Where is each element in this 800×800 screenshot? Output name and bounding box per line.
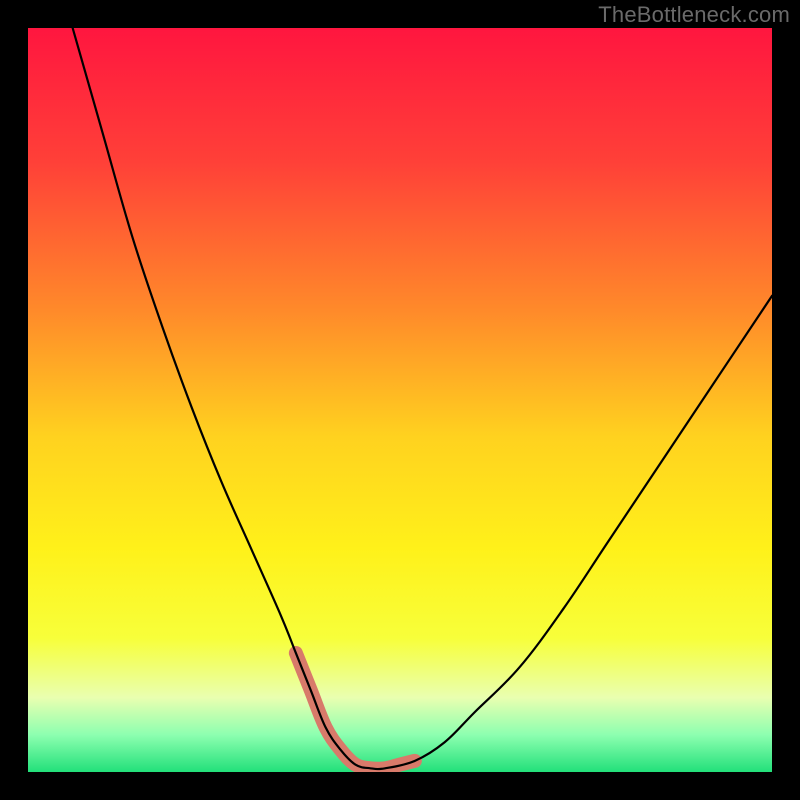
watermark-text: TheBottleneck.com xyxy=(598,2,790,28)
chart-frame: { "watermark": "TheBottleneck.com", "plo… xyxy=(0,0,800,800)
gradient-background xyxy=(28,28,772,772)
bottleneck-chart xyxy=(0,0,800,800)
